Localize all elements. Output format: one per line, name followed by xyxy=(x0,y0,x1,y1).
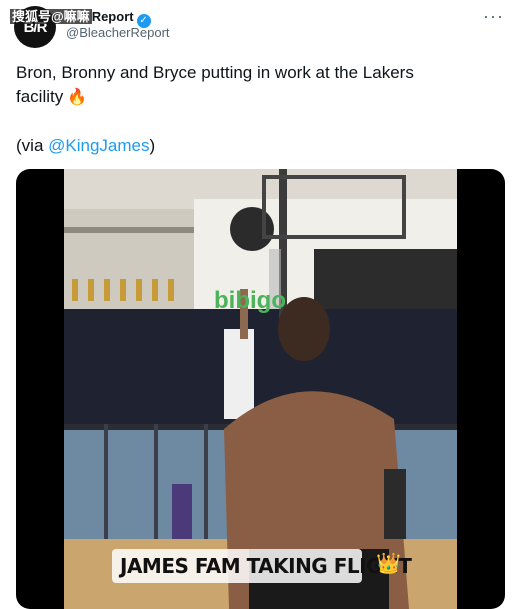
crown-icon: 👑 xyxy=(376,553,401,575)
author-handle[interactable]: @BleacherReport xyxy=(66,25,170,40)
tweet-text-line-2: facility xyxy=(16,87,64,106)
video-frame[interactable]: bibigo JAMES FAM TAKING FLIGHT 👑 xyxy=(64,169,457,609)
tweet-text: Bron, Bronny and Bryce putting in work a… xyxy=(16,61,506,110)
tweet-header: B/R 搜狐号@嘛嘛 Report ✓ @BleacherReport ··· xyxy=(0,0,520,50)
via-suffix: ) xyxy=(149,136,156,155)
video-caption: JAMES FAM TAKING FLIGHT xyxy=(120,554,412,578)
via-prefix: (via xyxy=(16,136,49,155)
mention-link[interactable]: @KingJames xyxy=(48,136,149,155)
more-options-icon[interactable]: ··· xyxy=(483,6,504,27)
video-media[interactable]: bibigo JAMES FAM TAKING FLIGHT 👑 xyxy=(16,169,505,609)
fire-icon: 🔥 xyxy=(67,89,88,106)
display-name[interactable]: Report xyxy=(92,9,134,24)
tweet-text-line-1: Bron, Bronny and Bryce putting in work a… xyxy=(16,63,414,82)
via-line: (via @KingJames) xyxy=(16,134,155,158)
watermark-text: 搜狐号@嘛嘛 xyxy=(10,9,92,24)
gym-scene-illustration xyxy=(64,169,457,609)
wall-sign-text: bibigo xyxy=(214,287,286,314)
